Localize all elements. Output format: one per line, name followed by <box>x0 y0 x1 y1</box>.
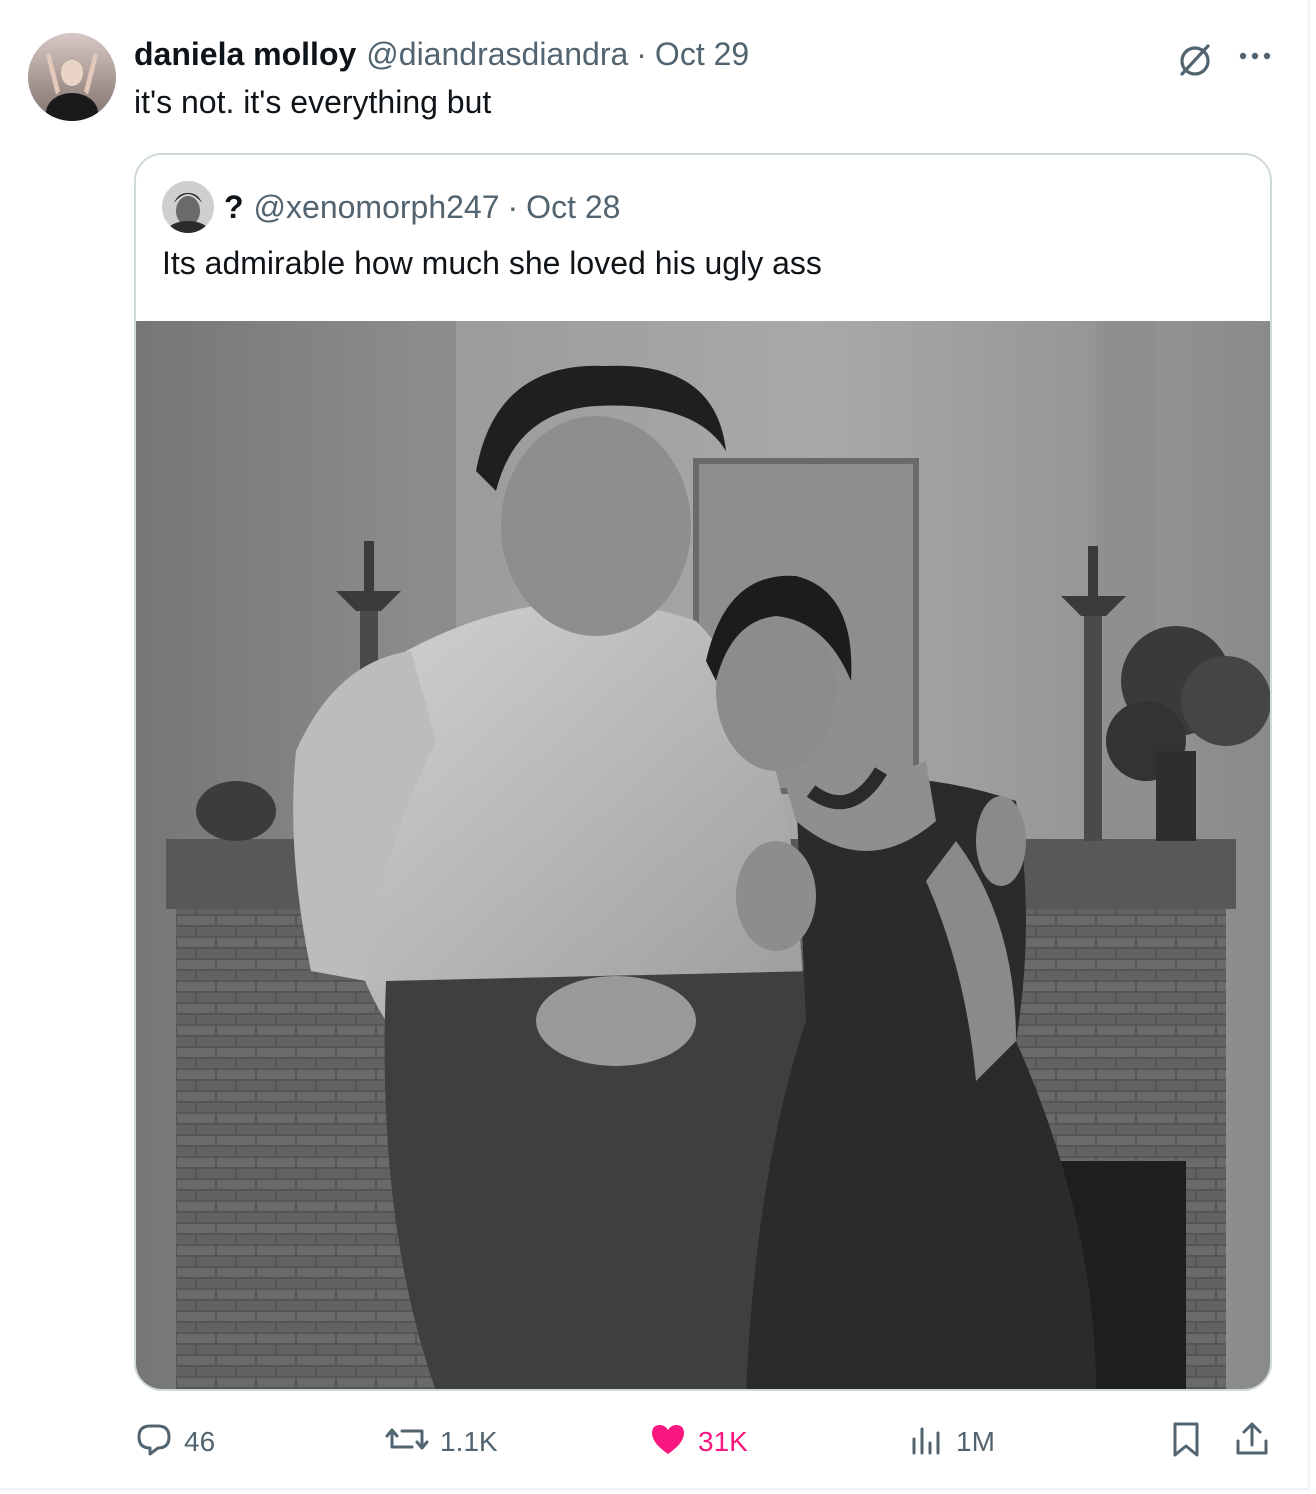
quoted-author-avatar[interactable] <box>162 181 214 233</box>
reply-button[interactable]: 46 <box>134 1412 215 1472</box>
repost-icon <box>384 1419 440 1466</box>
repost-count: 1.1K <box>440 1426 498 1457</box>
author-avatar[interactable] <box>28 33 116 121</box>
quoted-header: ? @xenomorph247 · Oct 28 <box>224 187 620 227</box>
tweet-card[interactable]: daniela molloy @diandrasdiandra · Oct 29… <box>0 0 1310 1490</box>
repost-button[interactable]: 1.1K <box>384 1412 498 1472</box>
like-button[interactable]: 31K <box>648 1412 748 1472</box>
like-count: 31K <box>698 1426 748 1457</box>
author-name[interactable]: daniela molloy <box>134 36 356 73</box>
views-count: 1M <box>956 1426 995 1457</box>
action-bar: 46 1.1K 31K 1M <box>0 1412 1316 1472</box>
reply-icon <box>134 1419 184 1466</box>
bookmark-button[interactable] <box>1166 1412 1216 1472</box>
grok-icon[interactable] <box>1172 38 1218 84</box>
tweet-date[interactable]: Oct 29 <box>655 36 749 73</box>
quoted-tweet[interactable]: ? @xenomorph247 · Oct 28 Its admirable h… <box>134 153 1272 1391</box>
views-button[interactable]: 1M <box>906 1412 995 1472</box>
share-icon <box>1232 1419 1282 1466</box>
quoted-text: Its admirable how much she loved his ugl… <box>162 245 822 281</box>
bookmark-icon <box>1166 1419 1216 1466</box>
quoted-photo[interactable] <box>136 321 1270 1389</box>
heart-icon <box>648 1419 698 1466</box>
views-icon <box>906 1419 956 1466</box>
quoted-date[interactable]: Oct 28 <box>526 189 620 226</box>
quoted-author-handle[interactable]: @xenomorph247 <box>254 189 500 226</box>
header-separator: · <box>636 35 647 72</box>
author-handle[interactable]: @diandrasdiandra <box>366 36 628 73</box>
share-button[interactable] <box>1232 1412 1282 1472</box>
quoted-separator: · <box>507 188 519 225</box>
quoted-author-name[interactable]: ? <box>224 189 244 226</box>
tweet-header: daniela molloy @diandrasdiandra · Oct 29 <box>134 34 749 74</box>
more-icon[interactable] <box>1232 38 1278 84</box>
tweet-text: it's not. it's everything but <box>134 84 492 120</box>
reply-count: 46 <box>184 1426 216 1457</box>
